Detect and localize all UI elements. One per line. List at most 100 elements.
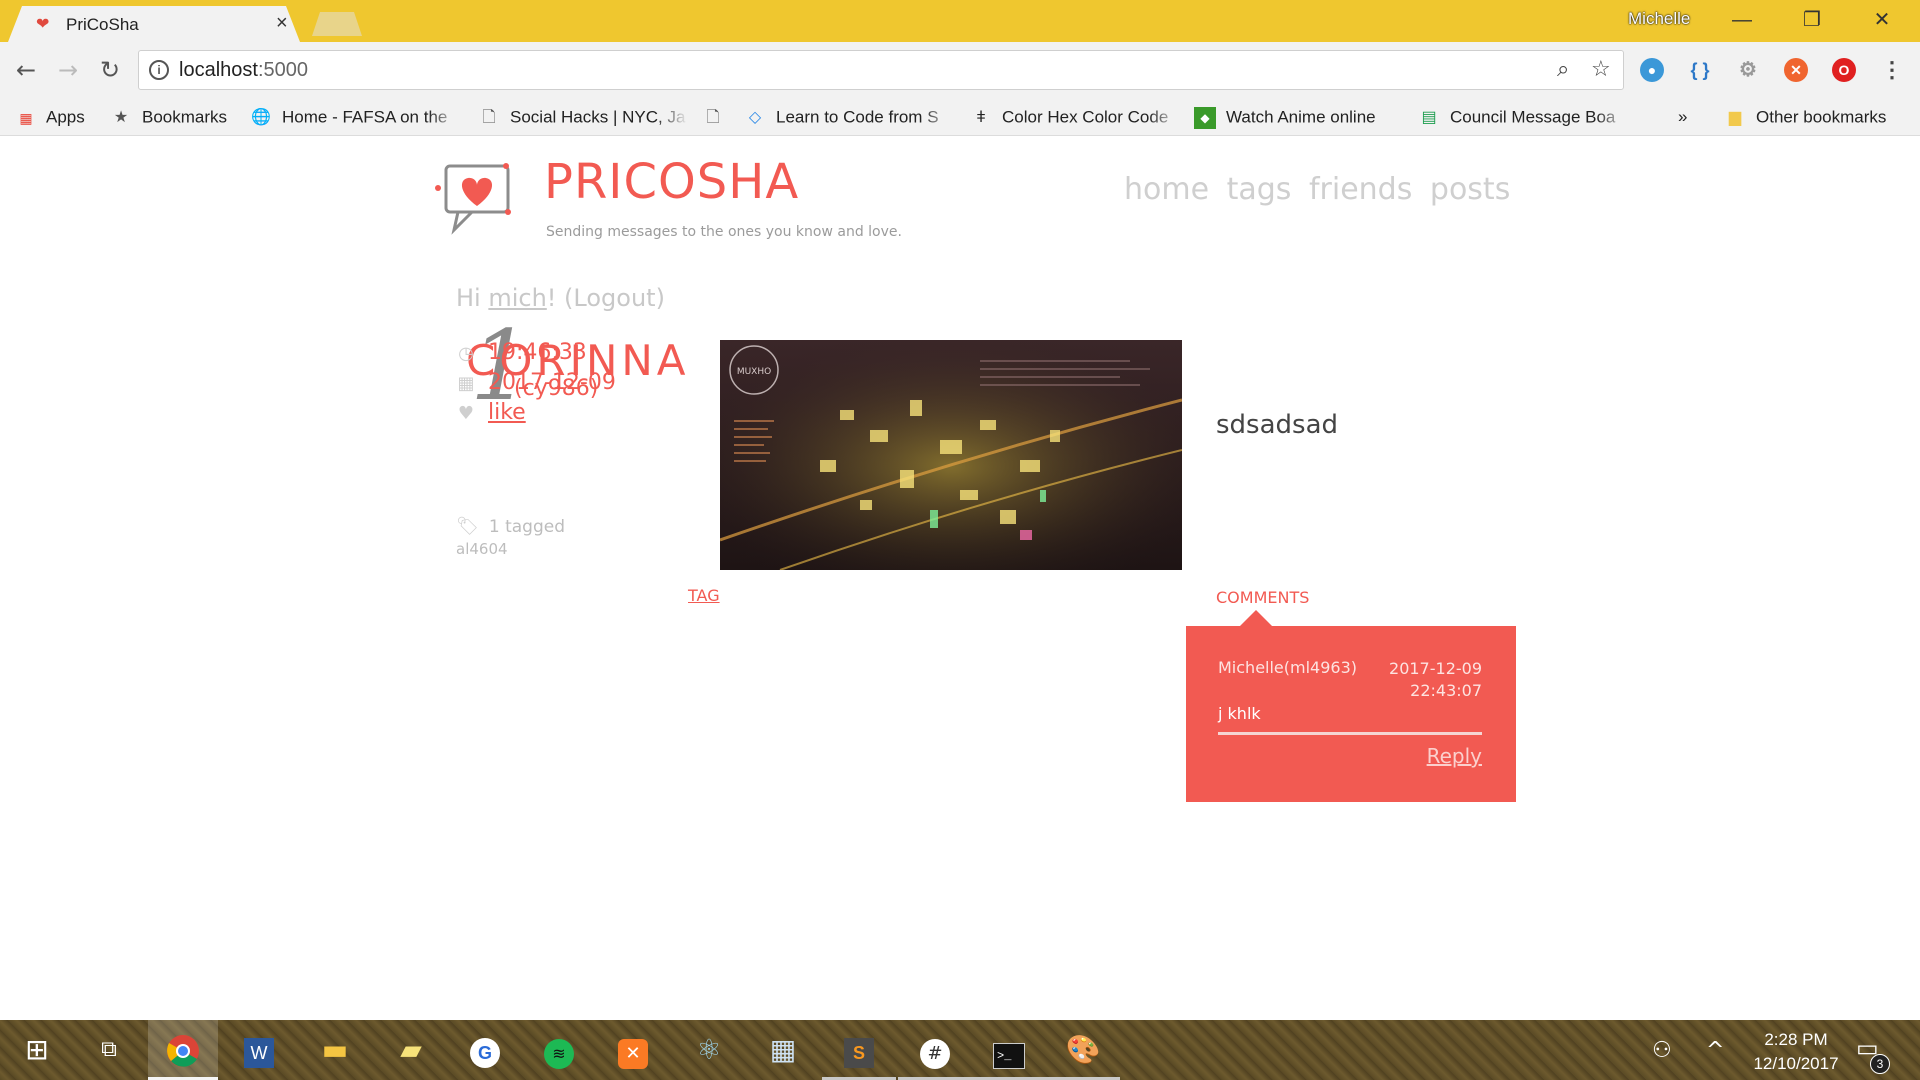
start-windows-icon[interactable]: ⊞ <box>0 1020 74 1080</box>
tray-chevron-up-icon[interactable]: ^ <box>1706 1038 1724 1063</box>
code-icon: ◇ <box>748 108 762 126</box>
bookmark-anime[interactable]: ◆ Watch Anime online <box>1194 104 1404 130</box>
taskbar-terminal-icon[interactable]: >_ <box>972 1020 1046 1080</box>
logout-link[interactable]: (Logout) <box>564 284 665 312</box>
bookmark-fafsa[interactable]: 🌐 Home - FAFSA on the <box>250 104 460 130</box>
anime-icon: ◆ <box>1194 106 1216 129</box>
post-image[interactable]: MUXHO <box>720 340 1182 570</box>
bookmark-council[interactable]: ▤ Council Message Boa <box>1418 104 1628 130</box>
bookmark-color-hex[interactable]: ǂ Color Hex Color Code <box>970 104 1180 130</box>
extension-orange-icon[interactable]: ✕ <box>1784 58 1808 82</box>
comment-box-arrow <box>1240 610 1272 626</box>
address-bar[interactable]: i localhost:5000 ⌕ ☆ <box>138 50 1624 90</box>
browser-toolbar: ← → ↻ i localhost:5000 ⌕ ☆ ● { } ⚙ ✕ O ⋮ <box>0 42 1920 98</box>
menu-dots-icon[interactable]: ⋮ <box>1880 58 1904 82</box>
extension-opera-icon[interactable]: O <box>1832 58 1856 82</box>
bookmark-apps[interactable]: ▦ Apps <box>14 104 100 130</box>
star-icon: ★ <box>113 108 129 126</box>
apps-grid-icon: ▦ <box>19 109 32 126</box>
taskbar-clock[interactable]: 2:28 PM 12/10/2017 <box>1746 1028 1846 1076</box>
info-icon[interactable]: i <box>149 60 169 80</box>
nav-tags[interactable]: tags <box>1227 172 1292 207</box>
forward-arrow-icon[interactable]: → <box>52 54 84 86</box>
minimize-button[interactable]: — <box>1722 6 1762 34</box>
image-badge-text: MUXHO <box>737 367 771 377</box>
post-date: 2017-12-09 <box>488 370 616 395</box>
taskbar-word-icon[interactable]: W <box>222 1020 296 1080</box>
taskbar-sublime-icon[interactable]: S <box>822 1020 896 1080</box>
comment-text: j khlk <box>1218 704 1261 723</box>
username-link[interactable]: mich <box>488 284 546 312</box>
sheet-icon: ▤ <box>1421 108 1437 126</box>
site-nav: home tags friends posts <box>1124 172 1518 207</box>
url-text: localhost:5000 <box>179 59 308 81</box>
profile-name[interactable]: Michelle <box>1628 9 1690 29</box>
post-body: sdsadsad <box>1216 410 1339 440</box>
tagged-info: 🏷 1 tagged <box>456 516 565 537</box>
star-bookmark-icon[interactable]: ☆ <box>1591 57 1611 82</box>
calendar-icon: ▦ <box>457 373 475 394</box>
tab-close-icon[interactable]: × <box>276 12 288 34</box>
taskbar-paint-icon[interactable]: 🎨 <box>1046 1020 1120 1080</box>
site-title: PRICOSHA <box>544 154 800 210</box>
bookmark-social-hacks[interactable]: 🗋 Social Hacks | NYC, Ja <box>478 104 688 130</box>
post-time: 19:46:33 <box>488 340 587 365</box>
bookmarks-bar: ▦ Apps ★ Bookmarks 🌐 Home - FAFSA on the 🗋 S… <box>0 98 1920 136</box>
bookmarks-overflow-chevron-icon[interactable]: » <box>1678 104 1698 130</box>
folder-icon: ▆ <box>1728 108 1742 126</box>
restore-button[interactable]: ❐ <box>1792 6 1832 34</box>
new-tab-button[interactable] <box>312 12 362 36</box>
reply-link[interactable]: Reply <box>1427 744 1482 768</box>
taskbar-spotify-icon[interactable]: ≋ <box>522 1020 596 1080</box>
extension-braces-icon[interactable]: { } <box>1688 58 1712 82</box>
reply-input[interactable] <box>1218 732 1482 735</box>
nav-posts[interactable]: posts <box>1430 172 1510 207</box>
tag-link[interactable]: TAG <box>688 586 720 605</box>
site-tagline: Sending messages to the ones you know an… <box>546 224 902 240</box>
comment-box: Michelle(ml4963) 2017-12-09 22:43:07 j k… <box>1186 626 1516 802</box>
back-arrow-icon[interactable]: ← <box>10 54 42 86</box>
browser-titlebar: ❤ PriCoSha × Michelle — ❐ ✕ <box>0 0 1920 42</box>
nav-home[interactable]: home <box>1124 172 1209 207</box>
taskbar-sticky-notes-icon[interactable]: ▰ <box>374 1020 448 1080</box>
taskbar-chrome-icon[interactable] <box>148 1020 218 1080</box>
post-time-row: ◷ 19:46:33 <box>456 340 587 365</box>
logo-chat-heart-icon <box>435 163 511 235</box>
reload-icon[interactable]: ↻ <box>94 54 126 86</box>
globe-icon: 🌐 <box>251 108 271 126</box>
comment-author: Michelle(ml4963) <box>1218 658 1357 677</box>
like-link[interactable]: like <box>488 400 526 425</box>
taskbar-app-g-icon[interactable]: G <box>448 1020 522 1080</box>
bookmark-bookmarks[interactable]: ★ Bookmarks <box>110 104 240 130</box>
notification-count-badge: 3 <box>1870 1054 1890 1074</box>
other-bookmarks[interactable]: ▆ Other bookmarks <box>1724 104 1914 130</box>
taskbar-snipping-icon[interactable]: ▦ <box>746 1020 820 1080</box>
windows-taskbar: ⊞ ⧉ W ▬ ▰ G ≋ ✕ ⚛ ▦ S # >_ 🎨 ⚇ ^ 2:28 PM… <box>0 1020 1920 1080</box>
zoom-icon[interactable]: ⌕ <box>1557 57 1569 82</box>
nav-friends[interactable]: friends <box>1309 172 1412 207</box>
extension-gear-icon[interactable]: ⚙ <box>1736 58 1760 82</box>
task-view-icon[interactable]: ⧉ <box>72 1020 146 1080</box>
heart-icon: ♥ <box>457 403 475 424</box>
heart-favicon-icon: ❤ <box>36 14 50 33</box>
chrome-logo-icon <box>167 1035 199 1067</box>
clock-icon: ◷ <box>458 343 474 364</box>
comments-link[interactable]: COMMENTS <box>1216 588 1309 607</box>
post-date-row: ▦ 2017-12-09 <box>456 370 616 395</box>
comment-datetime: 2017-12-09 22:43:07 <box>1389 659 1482 700</box>
bookmark-blank-page[interactable]: 🗋 <box>702 104 730 130</box>
taskbar-atom-icon[interactable]: ⚛ <box>672 1020 746 1080</box>
people-icon[interactable]: ⚇ <box>1652 1038 1672 1063</box>
greeting: Hi mich! (Logout) <box>456 284 665 312</box>
tagged-user: al4604 <box>456 540 508 558</box>
bookmark-learn-to-code[interactable]: ◇ Learn to Code from S <box>744 104 954 130</box>
post-like-row: ♥ like <box>456 400 526 425</box>
dropper-icon: ǂ <box>976 108 986 126</box>
extension-chat-icon[interactable]: ● <box>1640 58 1664 82</box>
taskbar-xampp-icon[interactable]: ✕ <box>596 1020 670 1080</box>
taskbar-file-explorer-icon[interactable]: ▬ <box>298 1020 372 1080</box>
tagged-count: 1 tagged <box>488 517 565 537</box>
browser-tab[interactable]: ❤ PriCoSha × <box>8 6 300 42</box>
taskbar-slack-icon[interactable]: # <box>898 1020 972 1080</box>
close-window-button[interactable]: ✕ <box>1862 6 1902 34</box>
